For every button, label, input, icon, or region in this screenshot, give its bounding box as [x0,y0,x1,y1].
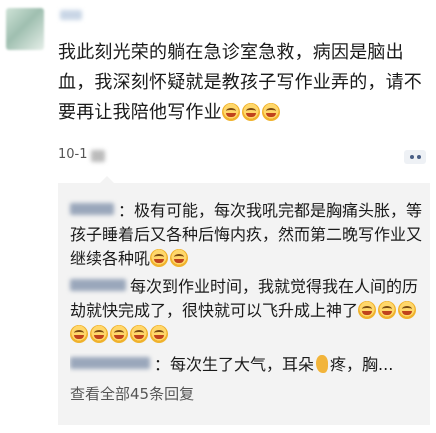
avatar[interactable] [6,8,44,50]
comments-panel: ：极有可能，每次我吼完都是胸痛头胀，等孩子睡着后又各种后悔内疚，然而第二晚写作业… [58,183,430,425]
comment-1-text: ：极有可能，每次我吼完都是胸痛头胀，等孩子睡着后又各种后悔内疚，然而第二晚写作业… [70,201,423,268]
laugh-cry-emoji [261,103,280,121]
more-options-button[interactable] [404,150,426,164]
view-all-replies-link[interactable]: 查看全部45条回复 [70,383,194,404]
laugh-cry-emoji [378,301,397,319]
post-time: 10-1 [58,147,88,162]
laugh-cry-emoji [90,325,108,343]
comment-3-text-after: 疼，胸... [330,355,394,374]
comment-3[interactable]: ：每次生了大气，耳朵 疼，胸... [70,353,426,377]
laugh-cry-emoji [398,301,417,319]
laugh-cry-emoji [221,103,240,121]
laugh-cry-emoji [358,301,377,319]
commenter-name-blurred[interactable] [70,357,150,369]
location-blurred [91,150,105,162]
laugh-cry-emoji [130,325,148,343]
post-body: 我此刻光荣的躺在急诊室急救，病因是脑出血，我深刻怀疑就是教孩子写作业弄的，请不要… [58,42,422,123]
laugh-cry-emoji [170,249,189,267]
comment-1[interactable]: ：极有可能，每次我吼完都是胸痛头胀，等孩子睡着后又各种后悔内疚，然而第二晚写作业… [70,199,426,271]
laugh-cry-emoji [150,249,169,267]
comment-2[interactable]: 每次到作业时间，我就觉得我在人间的历劫就快完成了，很快就可以飞升成上神了 [70,275,426,347]
ear-emoji [316,355,329,373]
commenter-name-blurred[interactable] [70,279,126,291]
laugh-cry-emoji [150,325,168,343]
laugh-cry-emoji [70,325,88,343]
comment-3-text-before: ：每次生了大气，耳朵 [154,355,315,374]
commenter-name-blurred[interactable] [70,203,114,215]
laugh-cry-emoji [110,325,128,343]
post-text: 我此刻光荣的躺在急诊室急救，病因是脑出血，我深刻怀疑就是教孩子写作业弄的，请不要… [58,38,430,128]
nickname-blurred[interactable] [60,10,82,20]
laugh-cry-emoji [241,103,260,121]
comment-caret [100,176,114,183]
